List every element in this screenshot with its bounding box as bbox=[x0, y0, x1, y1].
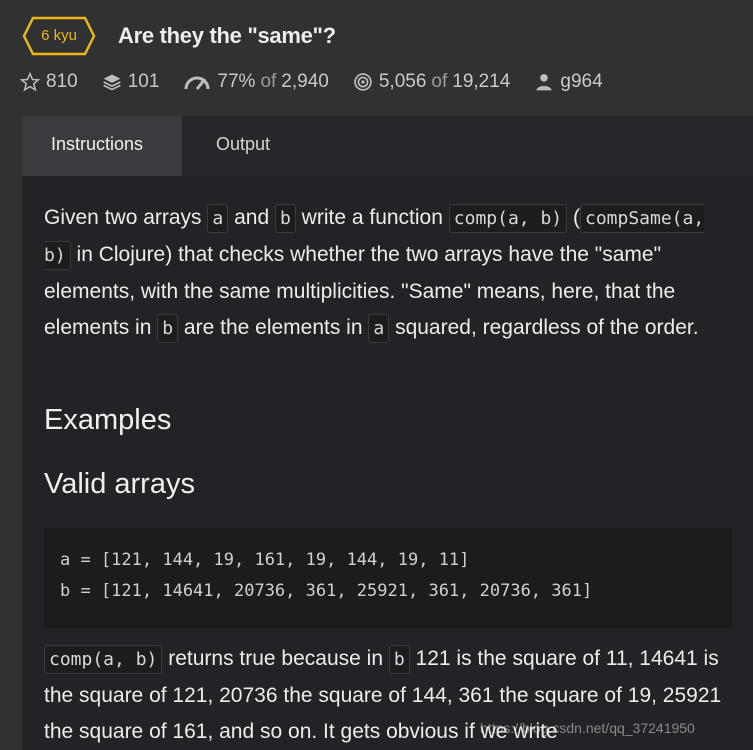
text: Given two arrays bbox=[44, 206, 202, 229]
author-stat[interactable]: g964 bbox=[534, 71, 603, 93]
inline-code: a bbox=[368, 314, 390, 343]
code-line: a = [121, 144, 19, 161, 19, 144, 19, 11] bbox=[60, 550, 470, 570]
votes-count: 2,940 bbox=[281, 71, 329, 92]
collections-stat[interactable]: 101 bbox=[102, 71, 160, 93]
kata-title: Are they the "same"? bbox=[118, 23, 336, 48]
satisfaction-stat: 77% of 2,940 bbox=[183, 71, 329, 93]
stars-stat[interactable]: 810 bbox=[20, 71, 78, 93]
author-name: g964 bbox=[560, 71, 603, 92]
examples-heading: Examples bbox=[44, 404, 172, 436]
description-paragraph: Given two arrays a and b write a functio… bbox=[44, 200, 734, 347]
collections-count: 101 bbox=[127, 71, 160, 92]
completions-stat: 5,056 of 19,214 bbox=[353, 71, 511, 93]
stack-icon bbox=[102, 74, 121, 91]
of-label: of bbox=[431, 71, 448, 92]
text: are the elements in bbox=[183, 316, 363, 339]
code-line: b = [121, 14641, 20736, 361, 25921, 361,… bbox=[60, 581, 593, 601]
inline-code: comp(a, b) bbox=[448, 204, 568, 233]
instructions-text: Given two arrays a and b write a functio… bbox=[44, 200, 734, 347]
rank-badge: 6 kyu bbox=[22, 16, 96, 56]
inline-code: comp(a, b) bbox=[44, 645, 163, 674]
valid-arrays-heading: Valid arrays bbox=[44, 468, 195, 500]
rank-label: 6 kyu bbox=[41, 27, 77, 44]
inline-code: a bbox=[207, 204, 229, 233]
inline-code: b bbox=[274, 204, 296, 233]
completed-count: 5,056 bbox=[378, 71, 427, 92]
tab-output[interactable]: Output bbox=[182, 116, 304, 176]
satisfaction-rate: 77% bbox=[217, 71, 256, 92]
user-icon bbox=[536, 74, 552, 91]
attempted-count: 19,214 bbox=[452, 71, 511, 92]
watermark: https://blog.csdn.net/qq_37241950 bbox=[480, 720, 695, 736]
inline-code: b bbox=[388, 645, 410, 674]
stats-bar: 810 101 77% of 2,940 5,056 of 19,214 g96… bbox=[20, 68, 627, 96]
speedometer-icon bbox=[184, 76, 210, 90]
tab-instructions[interactable]: Instructions bbox=[22, 116, 182, 176]
code-block: a = [121, 144, 19, 161, 19, 144, 19, 11]… bbox=[44, 528, 732, 628]
text: ( bbox=[572, 206, 580, 229]
text: returns true because in bbox=[168, 647, 384, 670]
kata-header: 6 kyu Are they the "same"? bbox=[22, 16, 336, 56]
text: and bbox=[234, 206, 270, 229]
tab-label: Output bbox=[216, 134, 271, 154]
of-label: of bbox=[260, 71, 277, 92]
inline-code: b bbox=[157, 314, 179, 343]
star-icon bbox=[20, 72, 40, 92]
kata-panel: Instructions Output Given two arrays a a… bbox=[22, 116, 753, 750]
text: write a function bbox=[301, 206, 443, 229]
text: squared, regardless of the order. bbox=[395, 316, 699, 339]
stars-count: 810 bbox=[46, 71, 78, 92]
tab-label: Instructions bbox=[50, 134, 144, 154]
target-icon bbox=[354, 73, 372, 91]
tab-bar: Instructions Output bbox=[22, 116, 753, 176]
